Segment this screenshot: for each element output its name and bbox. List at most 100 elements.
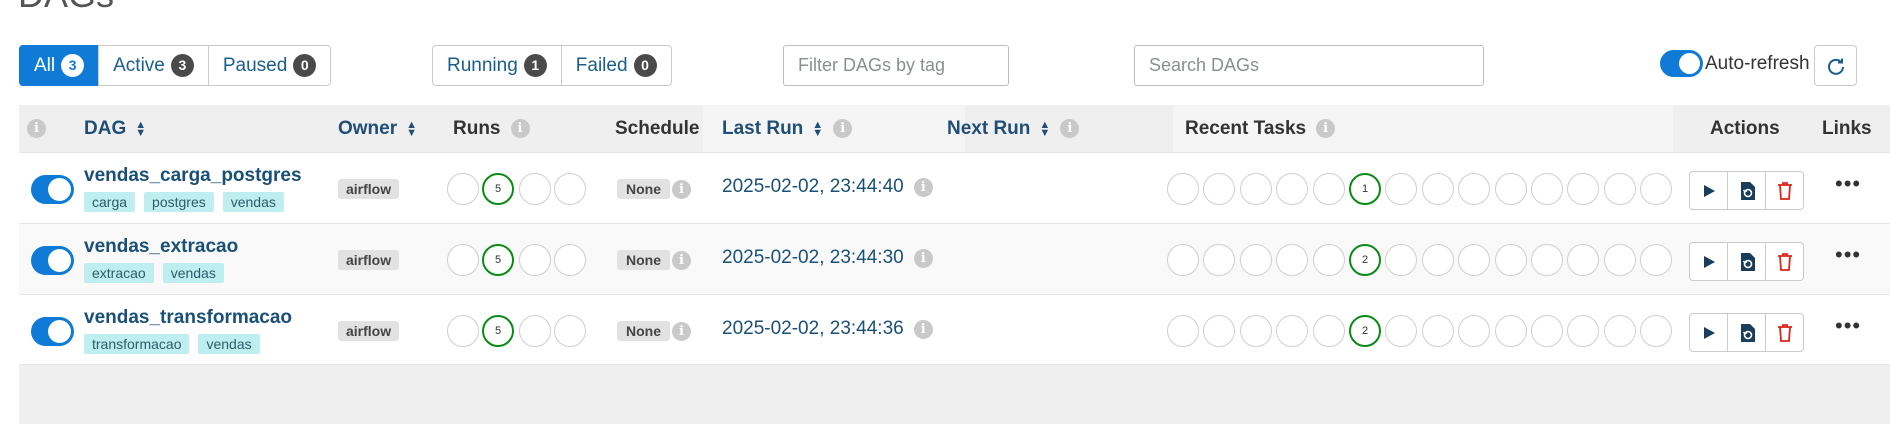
header-dag[interactable]: DAG ▲ ▼ <box>84 105 146 152</box>
filter-failed-button[interactable]: Failed 0 <box>560 45 672 86</box>
task-state-circle[interactable] <box>1494 315 1527 347</box>
actions-group <box>1689 171 1804 210</box>
autorefresh-control: Auto-refresh <box>1660 50 1810 77</box>
owner-badge[interactable]: airflow <box>338 179 400 199</box>
task-state-circle[interactable] <box>1640 173 1673 205</box>
task-state-circle[interactable] <box>1385 315 1418 347</box>
dag-tag[interactable]: transformacao <box>84 334 190 354</box>
run-state-circle[interactable] <box>519 173 551 205</box>
task-state-circle[interactable] <box>1203 315 1236 347</box>
run-state-success[interactable]: 5 <box>482 244 514 276</box>
more-icon[interactable]: ••• <box>1835 173 1861 195</box>
task-state-circle[interactable] <box>1312 244 1345 276</box>
dag-pause-toggle[interactable] <box>31 317 74 346</box>
task-state-circle[interactable] <box>1567 244 1600 276</box>
header-next-run[interactable]: Next Run ▲ ▼ i <box>947 105 1080 152</box>
task-state-circle[interactable] <box>1385 173 1418 205</box>
dag-tag[interactable]: carga <box>84 192 136 212</box>
run-state-circle[interactable] <box>447 244 479 276</box>
owner-badge[interactable]: airflow <box>338 250 400 270</box>
run-state-circle[interactable] <box>554 315 586 347</box>
task-state-circle[interactable] <box>1567 173 1600 205</box>
task-state-circle[interactable] <box>1494 173 1527 205</box>
run-state-circle[interactable] <box>554 244 586 276</box>
task-state-circle[interactable] <box>1531 315 1563 347</box>
dag-pause-toggle[interactable] <box>31 246 74 275</box>
task-state-circle[interactable] <box>1203 173 1236 205</box>
refresh-dag-button[interactable] <box>1727 242 1766 281</box>
task-state-circle[interactable] <box>1531 173 1563 205</box>
task-state-success[interactable]: 1 <box>1349 173 1381 205</box>
filter-paused-button[interactable]: Paused 0 <box>207 45 332 86</box>
task-state-circle[interactable] <box>1458 173 1491 205</box>
task-state-circle[interactable] <box>1603 244 1636 276</box>
task-state-circle[interactable] <box>1567 315 1600 347</box>
task-state-circle[interactable] <box>1239 244 1272 276</box>
header-last-run[interactable]: Last Run ▲ ▼ i <box>703 105 965 152</box>
task-state-success[interactable]: 2 <box>1349 244 1381 276</box>
search-input[interactable] <box>1134 45 1484 86</box>
dag-name-link[interactable]: vendas_transformacao <box>84 307 292 329</box>
owner-badge[interactable]: airflow <box>338 321 400 341</box>
header-owner[interactable]: Owner ▲ ▼ <box>338 105 417 152</box>
dag-name-link[interactable]: vendas_carga_postgres <box>84 165 302 187</box>
delete-dag-button[interactable] <box>1765 171 1804 210</box>
dag-tag[interactable]: extracao <box>84 263 154 283</box>
delete-dag-button[interactable] <box>1765 242 1804 281</box>
dag-tag[interactable]: vendas <box>222 192 284 212</box>
dag-tag[interactable]: postgres <box>144 192 214 212</box>
task-state-circle[interactable] <box>1276 315 1309 347</box>
task-state-circle[interactable] <box>1603 173 1636 205</box>
more-icon[interactable]: ••• <box>1835 244 1861 266</box>
last-run-link[interactable]: 2025-02-02, 23:44:36 i <box>722 318 933 340</box>
dag-tag[interactable]: vendas <box>198 334 260 354</box>
task-state-circle[interactable] <box>1458 244 1491 276</box>
filter-active-button[interactable]: Active 3 <box>98 45 209 86</box>
run-state-circle[interactable] <box>519 244 551 276</box>
task-state-circle[interactable] <box>1167 315 1199 347</box>
task-state-circle[interactable] <box>1458 315 1491 347</box>
task-state-circle[interactable] <box>1239 315 1272 347</box>
dag-pause-toggle[interactable] <box>31 175 74 204</box>
last-run-link[interactable]: 2025-02-02, 23:44:40 i <box>722 176 933 198</box>
run-state-circle[interactable] <box>447 173 479 205</box>
more-icon[interactable]: ••• <box>1835 315 1861 337</box>
task-state-circle[interactable] <box>1385 244 1418 276</box>
task-state-circle[interactable] <box>1531 244 1563 276</box>
refresh-button[interactable] <box>1814 45 1857 86</box>
task-state-circle[interactable] <box>1167 244 1199 276</box>
task-state-circle[interactable] <box>1421 173 1454 205</box>
dag-tag[interactable]: vendas <box>162 263 224 283</box>
refresh-dag-button[interactable] <box>1727 313 1766 352</box>
run-state-circle[interactable] <box>447 315 479 347</box>
run-state-success[interactable]: 5 <box>482 173 514 205</box>
autorefresh-toggle[interactable] <box>1660 50 1703 77</box>
task-state-circle[interactable] <box>1421 244 1454 276</box>
task-state-circle[interactable] <box>1312 173 1345 205</box>
filter-running-button[interactable]: Running 1 <box>432 45 562 86</box>
task-state-circle[interactable] <box>1603 315 1636 347</box>
task-state-circle[interactable] <box>1167 173 1199 205</box>
last-run-link[interactable]: 2025-02-02, 23:44:30 i <box>722 247 933 269</box>
task-state-circle[interactable] <box>1239 173 1272 205</box>
task-state-circle[interactable] <box>1494 244 1527 276</box>
dag-name-link[interactable]: vendas_extracao <box>84 236 238 258</box>
trigger-dag-button[interactable] <box>1689 313 1728 352</box>
filter-all-button[interactable]: All 3 <box>19 45 100 86</box>
run-state-success[interactable]: 5 <box>482 315 514 347</box>
task-state-circle[interactable] <box>1276 244 1309 276</box>
task-state-circle[interactable] <box>1203 244 1236 276</box>
run-state-circle[interactable] <box>554 173 586 205</box>
task-state-circle[interactable] <box>1640 244 1673 276</box>
tag-filter-input[interactable] <box>783 45 1009 86</box>
delete-dag-button[interactable] <box>1765 313 1804 352</box>
task-state-circle[interactable] <box>1276 173 1309 205</box>
task-state-circle[interactable] <box>1421 315 1454 347</box>
trigger-dag-button[interactable] <box>1689 171 1728 210</box>
task-state-success[interactable]: 2 <box>1349 315 1381 347</box>
run-state-circle[interactable] <box>519 315 551 347</box>
trigger-dag-button[interactable] <box>1689 242 1728 281</box>
task-state-circle[interactable] <box>1640 315 1673 347</box>
refresh-dag-button[interactable] <box>1727 171 1766 210</box>
task-state-circle[interactable] <box>1312 315 1345 347</box>
